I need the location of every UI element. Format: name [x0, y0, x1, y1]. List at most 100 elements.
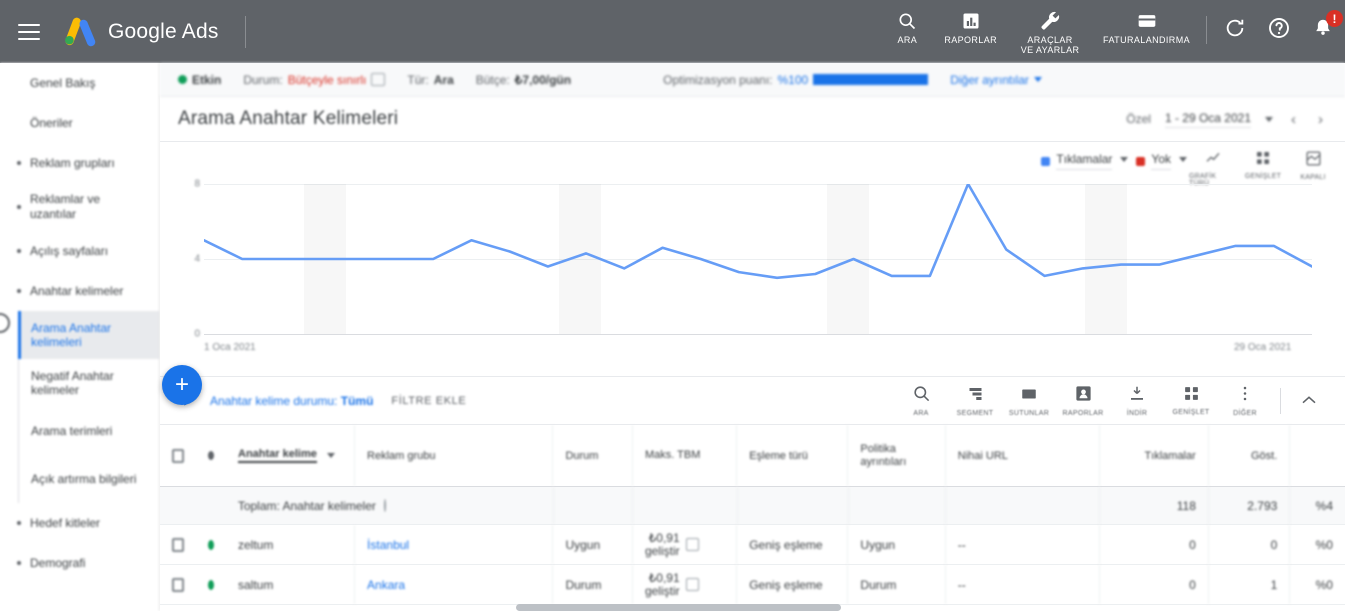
sidebar-item-ads-extensions[interactable]: Reklamlar ve uzantılar [0, 183, 159, 231]
sidebar-item-audiences[interactable]: Hedef kitleler [0, 503, 159, 543]
legend-metric-primary[interactable]: Tıklamalar [1035, 148, 1118, 174]
match-type-column-header[interactable]: Eşleme türü [737, 425, 849, 486]
chevron-down-icon[interactable] [1120, 157, 1129, 162]
keyword-column-header[interactable]: Anahtar kelime [226, 425, 356, 486]
refresh-button[interactable] [1213, 8, 1257, 52]
date-range-selector[interactable]: Özel 1 - 29 Oca 2021 ‹ › [1126, 111, 1327, 128]
table-more-button[interactable]: DİĞER [1218, 384, 1272, 417]
y-tick-label: 0 [194, 328, 200, 340]
sidebar-item-search-keywords[interactable]: Arama Anahtar kelimeleri [18, 311, 159, 359]
policy-column-header[interactable]: Politika ayrıntıları [848, 425, 946, 486]
row-ad-group[interactable]: İstanbul [355, 525, 554, 564]
filter-chip-label: Anahtar kelime durumu: [210, 393, 338, 408]
table-row[interactable]: saltum Ankara Durum ₺0,91 geliştir Geniş… [160, 565, 1345, 605]
max-cpc-column-header[interactable]: Maks. TBM [633, 425, 738, 486]
budget-warning-icon[interactable] [371, 73, 386, 86]
help-button[interactable] [1257, 8, 1301, 52]
page-header: Arama Anahtar Kelimeleri Özel 1 - 29 Oca… [160, 97, 1345, 142]
row-max-cpc[interactable]: ₺0,91 geliştir [633, 565, 738, 604]
ad-group-link: İstanbul [367, 537, 410, 552]
table-toolbar: ARA SEGMENT SÜTUNLAR RAPORLAR İNDİR GENİ… [894, 384, 1329, 417]
row-status[interactable] [196, 525, 226, 564]
legend-label-primary: Tıklamalar [1056, 152, 1113, 170]
legend-swatch-icon [1136, 156, 1146, 166]
final-url-column-header[interactable]: Nihai URL [946, 425, 1100, 486]
page-title: Arama Anahtar Kelimeleri [178, 108, 399, 129]
sidebar-item-label: Reklam grupları [30, 155, 115, 170]
add-filter-button[interactable]: FİLTRE EKLE [391, 395, 466, 407]
campaign-status[interactable]: Durum: Bütçeyle sınırlı [243, 73, 386, 87]
table-download-button[interactable]: İNDİR [1110, 384, 1164, 417]
chart-overlay-button[interactable]: KAPALI [1289, 148, 1337, 183]
table-reports-button[interactable]: RAPORLAR [1056, 384, 1110, 417]
chart-type-button[interactable]: GRAFİK TÜRÜ [1189, 148, 1237, 189]
campaign-budget[interactable]: Bütçe: ₺7,00/gün [476, 73, 571, 87]
chart-line-series [204, 184, 1312, 334]
sidebar-item-recommendations[interactable]: Öneriler [0, 103, 159, 143]
sidebar-item-ad-groups[interactable]: Reklam grupları [0, 143, 159, 183]
table-segment-button[interactable]: SEGMENT [948, 385, 1002, 417]
main-content: Etkin Durum: Bütçeyle sınırlı Tür: Ara B… [160, 63, 1345, 611]
bullet-icon [17, 289, 21, 293]
sidebar-item-landing-pages[interactable]: Açılış sayfaları [0, 231, 159, 271]
next-period-button[interactable]: › [1314, 111, 1327, 128]
sidebar-item-auction-insights[interactable]: Açık artırma bilgileri [19, 455, 159, 503]
totals-ad-group-cell [356, 487, 555, 524]
hamburger-icon[interactable] [18, 23, 40, 40]
chevron-down-icon[interactable] [1179, 157, 1187, 162]
totals-checkbox-spacer [160, 487, 196, 524]
row-max-cpc[interactable]: ₺0,91 geliştir [633, 525, 738, 564]
status-column-header[interactable] [196, 425, 226, 486]
notifications-button[interactable]: ! [1301, 8, 1345, 52]
collapse-chart-button[interactable] [1289, 392, 1329, 410]
table-search-button[interactable]: ARA [894, 384, 948, 417]
topbar-search[interactable]: ARA [880, 8, 934, 55]
impressions-column-header[interactable]: Göst. [1209, 425, 1291, 486]
bullet-icon [17, 205, 21, 209]
row-ad-group[interactable]: Ankara [355, 565, 554, 604]
ad-group-column-header[interactable]: Reklam grubu [355, 425, 554, 486]
row-max-cpc-sub: geliştir [644, 543, 680, 558]
notification-badge: ! [1326, 10, 1343, 27]
table-row[interactable]: zeltum İstanbul Uygun ₺0,91 geliştir Gen… [160, 525, 1345, 565]
topbar-billing[interactable]: FATURALANDIRMA [1093, 8, 1200, 55]
left-sidebar: Genel Bakış Öneriler Reklam grupları Rek… [0, 63, 160, 611]
google-ads-logo [60, 16, 96, 48]
row-extra: %0 [1315, 537, 1333, 552]
sidebar-item-search-terms[interactable]: Arama terimleri [19, 407, 159, 455]
table-columns-button[interactable]: SÜTUNLAR [1002, 385, 1056, 417]
topbar-tools-label: ARAÇLAR VE AYARLAR [1020, 35, 1080, 55]
horizontal-scrollbar[interactable] [516, 604, 841, 611]
row-checkbox[interactable] [160, 565, 196, 604]
select-all-checkbox[interactable] [160, 425, 196, 486]
sidebar-item-keywords[interactable]: Anahtar kelimeler [0, 271, 159, 311]
add-keyword-fab[interactable]: + [162, 365, 202, 405]
more-details-link[interactable]: Diğer ayrıntılar [950, 73, 1042, 87]
prev-period-button[interactable]: ‹ [1287, 111, 1300, 128]
clicks-column-header[interactable]: Tıklamalar [1100, 425, 1209, 486]
row-final-url: -- [946, 525, 1100, 564]
edit-bid-icon[interactable] [685, 578, 699, 591]
edit-bid-icon[interactable] [685, 538, 699, 551]
sidebar-subitem-label: Açık artırma bilgileri [31, 472, 137, 486]
legend-metric-secondary[interactable]: Yok [1130, 148, 1177, 174]
max-cpc-column-label: Maks. TBM [644, 449, 701, 461]
topbar-reports[interactable]: RAPORLAR [934, 8, 1007, 55]
sidebar-item-negative-keywords[interactable]: Negatif Anahtar kelimeler [19, 359, 159, 407]
totals-label-cell: Toplam: Anahtar kelimeler [226, 487, 386, 524]
state-column-header[interactable]: Durum [553, 425, 633, 486]
filter-chip-keyword-status[interactable]: Anahtar kelime durumu: Tümü [210, 394, 373, 408]
sidebar-item-overview[interactable]: Genel Bakış [0, 63, 159, 103]
campaign-state[interactable]: Etkin [178, 73, 221, 87]
topbar-tools-settings[interactable]: ARAÇLAR VE AYARLAR [1007, 8, 1093, 55]
extra-column-header[interactable] [1290, 425, 1345, 486]
row-status[interactable] [196, 565, 226, 604]
topbar-divider [1206, 16, 1207, 44]
sidebar-item-demographics[interactable]: Demografi [0, 543, 159, 583]
table-expand-button[interactable]: GENİŞLET [1164, 385, 1218, 416]
row-checkbox[interactable] [160, 525, 196, 564]
sidebar-collapse-handle[interactable] [0, 313, 10, 333]
chevron-down-icon[interactable] [1265, 116, 1273, 122]
chart-expand-button[interactable]: GENİŞLET [1239, 148, 1287, 182]
bullet-icon [17, 521, 21, 525]
